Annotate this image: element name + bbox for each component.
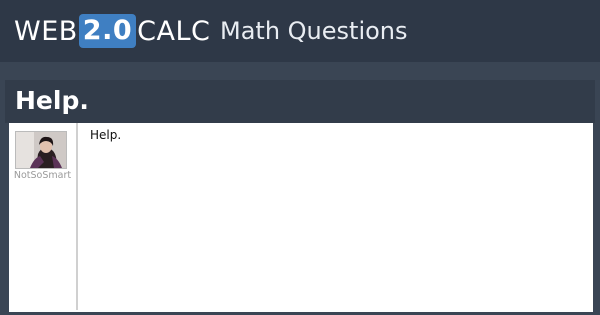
question-header: Help.	[5, 80, 595, 123]
avatar[interactable]	[15, 131, 67, 169]
question-title: Help.	[15, 86, 89, 115]
section-title-link[interactable]: Math Questions	[220, 14, 408, 48]
logo-version-badge: 2.0	[78, 14, 137, 48]
question-text: Help.	[90, 128, 122, 142]
author-column: NotSoSmart	[9, 123, 78, 310]
author-username[interactable]: NotSoSmart	[9, 170, 76, 181]
logo-web-text: WEB	[14, 15, 78, 47]
site-logo[interactable]: WEB 2.0 CALC	[14, 14, 210, 48]
question-body: NotSoSmart Help.	[9, 123, 593, 312]
logo-calc-text: CALC	[137, 15, 211, 47]
top-navbar: WEB 2.0 CALC Math Questions	[0, 0, 600, 62]
avatar-image	[16, 132, 66, 168]
question-panel: Help. NotSoSmart Help.	[5, 80, 595, 312]
